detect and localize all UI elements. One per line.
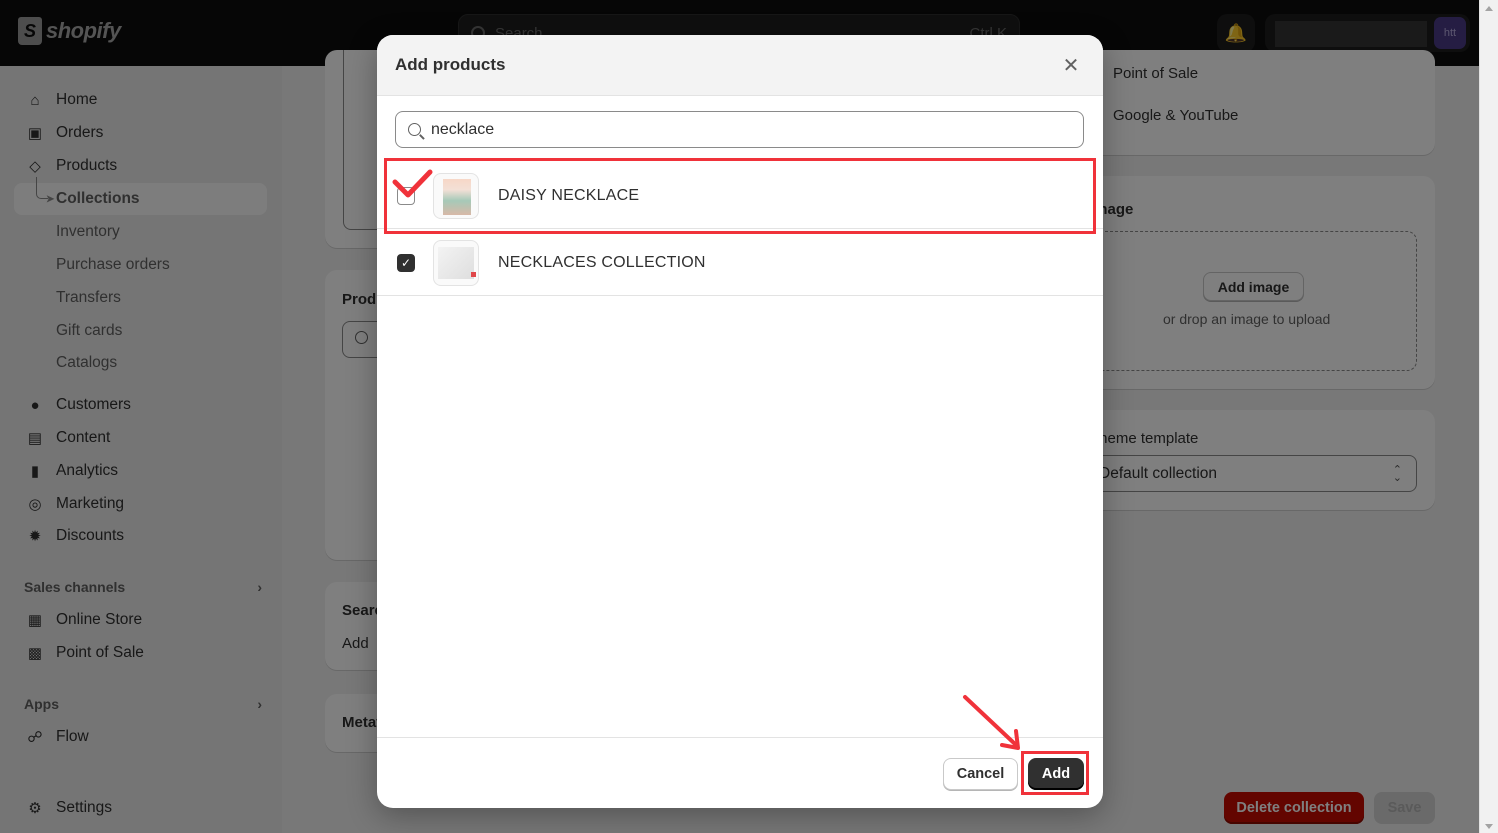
modal-title: Add products bbox=[395, 55, 506, 74]
search-icon bbox=[408, 123, 421, 136]
modal-footer: Cancel Add bbox=[377, 737, 1103, 808]
annotation-highlight-daisy-row bbox=[384, 158, 1096, 234]
add-products-modal: Add products ✕ necklace DAISY NECKLACE ✓… bbox=[377, 35, 1103, 808]
product-search-input[interactable]: necklace bbox=[395, 111, 1084, 148]
scroll-down-icon[interactable] bbox=[1485, 824, 1493, 829]
result-row-necklaces-collection[interactable]: ✓ NECKLACES COLLECTION bbox=[377, 230, 1103, 296]
modal-header: Add products ✕ bbox=[377, 35, 1103, 96]
checkbox-necklaces-collection[interactable]: ✓ bbox=[397, 253, 415, 272]
close-button[interactable]: ✕ bbox=[1057, 51, 1085, 79]
close-icon: ✕ bbox=[1062, 54, 1080, 77]
cancel-button[interactable]: Cancel bbox=[943, 758, 1018, 790]
checkmark-icon: ✓ bbox=[400, 255, 412, 270]
search-value: necklace bbox=[431, 120, 495, 138]
annotation-highlight-add-button bbox=[1021, 751, 1089, 795]
scroll-up-icon[interactable] bbox=[1485, 6, 1493, 11]
product-name: NECKLACES COLLECTION bbox=[498, 253, 706, 271]
product-thumbnail bbox=[433, 239, 479, 286]
page-scrollbar[interactable] bbox=[1479, 0, 1498, 833]
